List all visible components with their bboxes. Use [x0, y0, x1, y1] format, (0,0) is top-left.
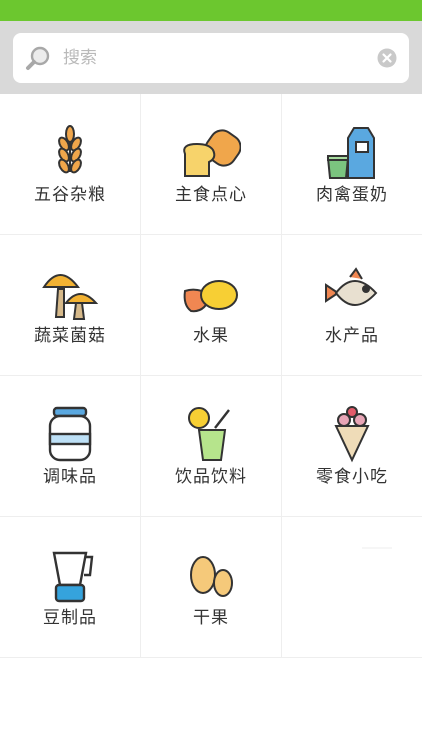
category-staples[interactable]: 主食点心 [141, 94, 282, 235]
fruit-icon [183, 280, 238, 313]
category-vegetables[interactable]: 蔬菜菌菇 [0, 235, 141, 376]
category-snacks[interactable]: 零食小吃 [282, 376, 422, 517]
category-label: 调味品 [43, 467, 97, 487]
bread-icon [183, 129, 241, 177]
wheat-icon [58, 125, 82, 174]
category-label: 水果 [193, 326, 229, 346]
category-seasoning[interactable]: 调味品 [0, 376, 141, 517]
category-label: 饮品饮料 [175, 467, 247, 487]
category-drinks[interactable]: 饮品饮料 [141, 376, 282, 517]
category-nuts[interactable]: 干果 [141, 517, 282, 658]
drink-icon [188, 407, 230, 461]
search-icon [26, 46, 50, 70]
search-input[interactable] [61, 40, 365, 76]
clear-icon[interactable] [377, 48, 397, 68]
divider [362, 547, 392, 549]
category-label: 肉禽蛋奶 [316, 185, 388, 205]
category-label: 主食点心 [175, 185, 247, 205]
category-grains[interactable]: 五谷杂粮 [0, 94, 141, 235]
jar-icon [48, 406, 92, 462]
fish-icon [325, 267, 378, 306]
blender-icon [52, 551, 94, 603]
search-box[interactable] [13, 33, 409, 83]
status-bar [0, 0, 422, 21]
category-label: 豆制品 [43, 608, 97, 628]
empty-cell [282, 517, 422, 658]
category-soy-products[interactable]: 豆制品 [0, 517, 141, 658]
category-grid: 五谷杂粮 主食点心 肉禽蛋奶 蔬菜菌菇 水果 水产品 调味品 饮品饮料 零食小吃… [0, 94, 422, 658]
nuts-icon [190, 556, 233, 597]
category-seafood[interactable]: 水产品 [282, 235, 422, 376]
mushroom-icon [42, 274, 99, 320]
category-label: 蔬菜菌菇 [34, 326, 106, 346]
category-meat-eggs-dairy[interactable]: 肉禽蛋奶 [282, 94, 422, 235]
ice-cream-icon [334, 406, 370, 463]
category-fruit[interactable]: 水果 [141, 235, 282, 376]
milk-carton-icon [326, 127, 375, 179]
category-label: 水产品 [325, 326, 379, 346]
search-area [0, 21, 422, 94]
category-label: 零食小吃 [316, 467, 388, 487]
category-label: 干果 [193, 608, 229, 628]
category-label: 五谷杂粮 [34, 185, 106, 205]
